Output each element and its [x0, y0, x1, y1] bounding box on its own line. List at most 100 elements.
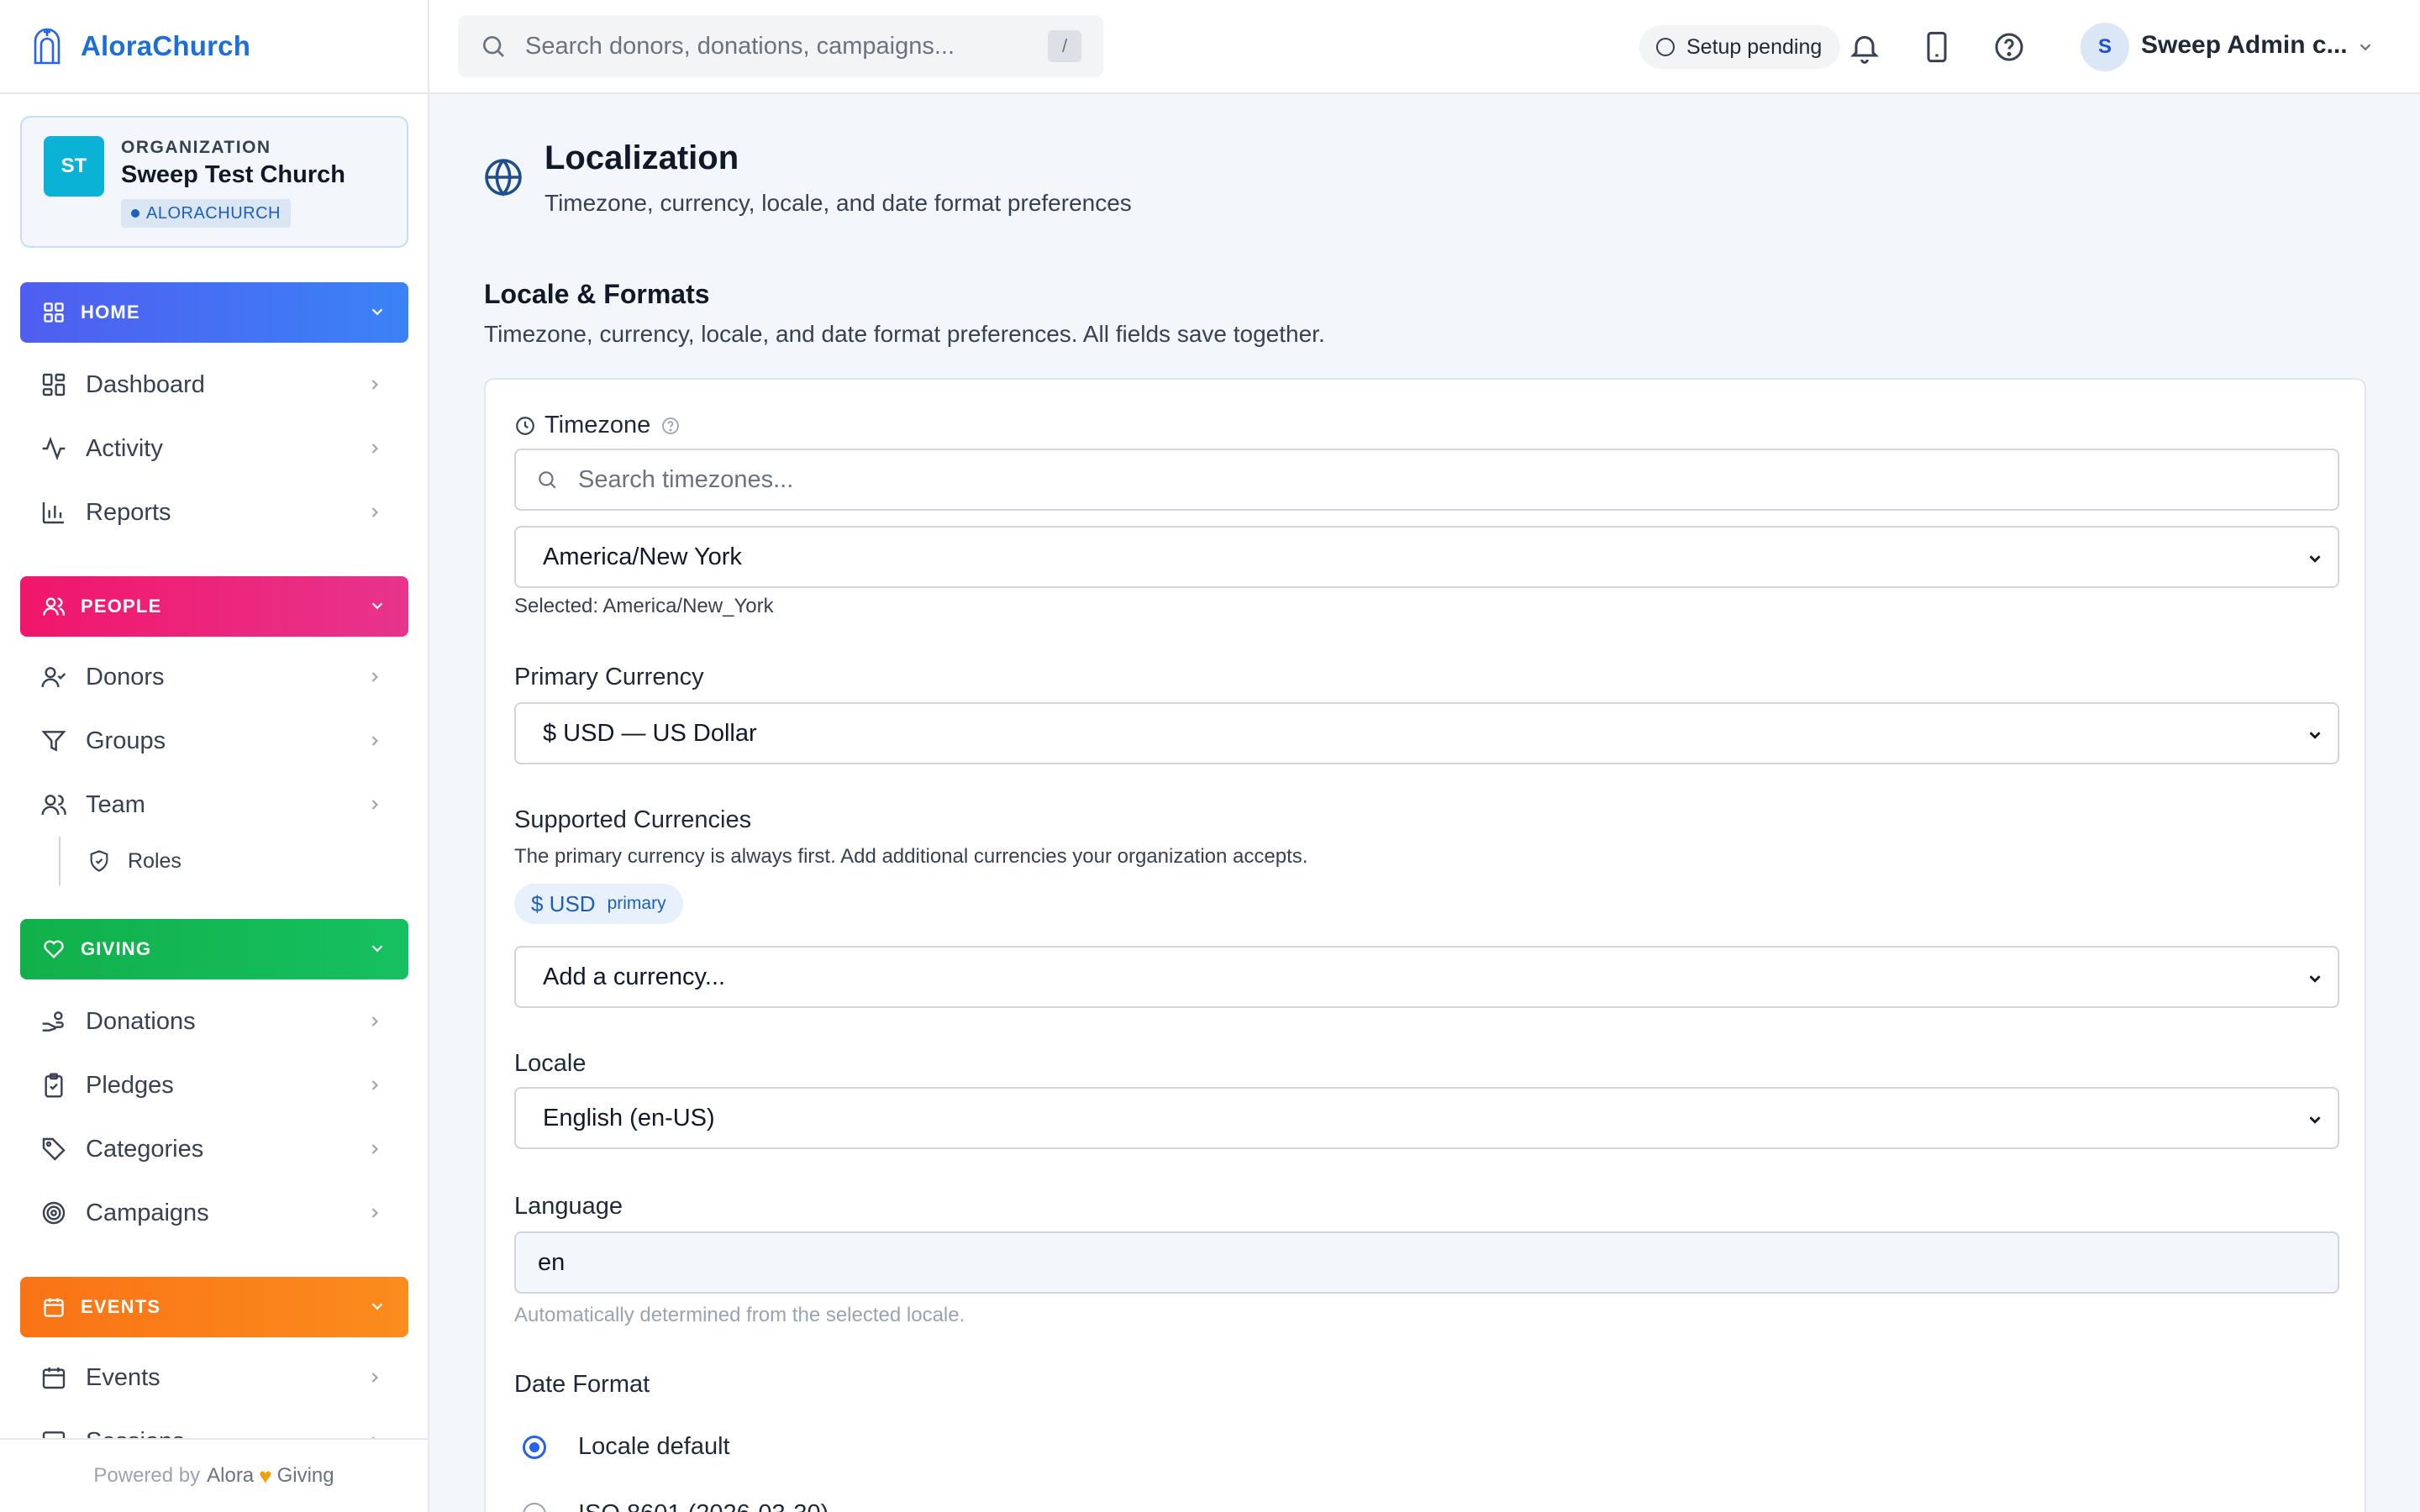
sidebar-item-label: Campaigns [86, 1199, 209, 1226]
timezone-search-input[interactable]: Search timezones... [514, 449, 2339, 511]
sidebar-item-dashboard[interactable]: Dashboard [20, 358, 408, 412]
powered-by-suffix: Giving [276, 1464, 334, 1487]
chevron-right-icon [371, 1144, 378, 1154]
sidebar-item-label: Donations [86, 1007, 196, 1035]
add-currency-placeholder: Add a currency... [543, 963, 726, 990]
sidebar-item-label: Events [86, 1363, 160, 1391]
date-format-option-label: Locale default [578, 1433, 730, 1460]
brand[interactable]: AloraChurch [0, 0, 428, 94]
date-format-option-iso[interactable]: ISO 8601 (2026-03-30) [523, 1500, 829, 1512]
locale-select-value: English (en-US) [543, 1104, 715, 1131]
calendar-icon [42, 1368, 66, 1389]
timezone-select[interactable]: America/New York [514, 526, 2339, 588]
powered-by-brand: Alora [207, 1464, 255, 1487]
user-menu-name[interactable]: Sweep Admin c... [2141, 31, 2348, 60]
radio-selected[interactable] [523, 1435, 546, 1459]
section-home-label: HOME [81, 302, 140, 323]
hand-coins-icon [42, 1011, 64, 1032]
activity-icon [42, 436, 66, 461]
chevron-right-icon [371, 672, 378, 682]
bell-icon[interactable] [1848, 30, 1881, 64]
supported-currencies-label-text: Supported Currencies [514, 806, 752, 833]
sidebar-item-categories[interactable]: Categories [20, 1122, 408, 1176]
section-home[interactable]: HOME [20, 282, 408, 343]
setup-status-button[interactable]: Setup pending [1639, 25, 1841, 69]
sidebar-subitem-label: Roles [128, 848, 182, 873]
locale-settings-card: Timezone Search timezones... America/New… [484, 378, 2366, 1512]
sidebar: AloraChurch ST ORGANIZATION Sweep Test C… [0, 0, 429, 1512]
sidebar-item-label: Activity [86, 434, 163, 462]
org-kicker: ORGANIZATION [121, 138, 271, 157]
mobile-icon[interactable] [1920, 30, 1954, 64]
sidebar-item-label: Reports [86, 498, 171, 526]
chevron-right-icon [371, 736, 378, 746]
chevron-down-icon[interactable] [2356, 38, 2375, 56]
section-giving-label: GIVING [81, 938, 152, 959]
timezone-label-text: Timezone [544, 412, 651, 438]
locale-label: Locale [514, 1050, 586, 1078]
clock-icon [516, 416, 534, 435]
section-people[interactable]: PEOPLE [20, 576, 408, 637]
sidebar-item-team[interactable]: Team [20, 778, 408, 832]
organization-switcher[interactable]: ST ORGANIZATION Sweep Test Church ALORAC… [20, 116, 408, 248]
submenu-rail [59, 837, 60, 885]
sidebar-item-pledges[interactable]: Pledges [20, 1058, 408, 1112]
sidebar-subitem-roles[interactable]: Roles [87, 837, 182, 885]
help-icon[interactable] [660, 416, 681, 436]
chevron-right-icon [371, 444, 378, 454]
topbar: Search donors, donations, campaigns... /… [429, 0, 2420, 94]
sidebar-item-campaigns[interactable]: Campaigns [20, 1186, 408, 1240]
powered-by-footer: Powered by Alora ♥ Giving [0, 1438, 428, 1512]
sidebar-item-events[interactable]: Events [20, 1351, 408, 1404]
search-shortcut-key: / [1048, 30, 1081, 62]
radio-unselected[interactable] [523, 1502, 546, 1512]
date-format-label-text: Date Format [514, 1371, 650, 1398]
sidebar-item-donations[interactable]: Donations [20, 995, 408, 1048]
avatar[interactable]: S [2081, 23, 2129, 71]
page-subtitle: Timezone, currency, locale, and date for… [544, 190, 1132, 216]
sidebar-item-label: Team [86, 790, 145, 818]
chevron-right-icon [371, 1080, 378, 1090]
sidebar-item-groups[interactable]: Groups [20, 714, 408, 768]
chevron-right-icon [371, 380, 378, 390]
section-events[interactable]: EVENTS [20, 1277, 408, 1337]
chevron-down-icon [371, 1303, 383, 1310]
chevron-right-icon [371, 1208, 378, 1218]
chevron-down-icon [2309, 1116, 2321, 1124]
sidebar-item-label: Dashboard [86, 370, 205, 398]
primary-currency-label-text: Primary Currency [514, 664, 704, 690]
bar-chart-icon [42, 502, 64, 524]
chevron-down-icon [2309, 975, 2321, 983]
section-subtitle: Timezone, currency, locale, and date for… [484, 321, 1325, 347]
org-avatar: ST [44, 136, 104, 197]
section-events-label: EVENTS [81, 1296, 161, 1317]
sidebar-item-label: Donors [86, 663, 165, 690]
chevron-down-icon [371, 602, 383, 610]
language-label-text: Language [514, 1193, 623, 1220]
help-icon[interactable] [1992, 30, 2026, 64]
locale-label-text: Locale [514, 1050, 587, 1077]
date-format-option-locale-default[interactable]: Locale default [523, 1433, 730, 1461]
sidebar-item-reports[interactable]: Reports [20, 486, 408, 539]
global-search-input[interactable]: Search donors, donations, campaigns... / [458, 15, 1103, 77]
language-value: en [538, 1248, 566, 1276]
locale-select[interactable]: English (en-US) [514, 1087, 2339, 1149]
date-format-option-label: ISO 8601 (2026-03-30) [578, 1500, 829, 1512]
primary-currency-select[interactable]: $ USD — US Dollar [514, 702, 2339, 764]
tag-icon [42, 1137, 66, 1161]
grid-icon [44, 302, 64, 323]
primary-currency-label: Primary Currency [514, 664, 704, 691]
timezone-select-value: America/New York [543, 543, 742, 570]
filter-icon [41, 731, 66, 752]
chevron-down-icon [2309, 732, 2321, 739]
add-currency-select[interactable]: Add a currency... [514, 946, 2339, 1008]
church-logo-icon [34, 28, 60, 65]
sidebar-item-label: Groups [86, 727, 166, 754]
search-placeholder: Search donors, donations, campaigns... [525, 32, 955, 60]
sidebar-item-donors[interactable]: Donors [20, 650, 408, 704]
chevron-right-icon [371, 800, 378, 810]
users-icon [43, 597, 65, 616]
sidebar-item-activity[interactable]: Activity [20, 422, 408, 475]
calendar-icon [44, 1298, 64, 1317]
section-giving[interactable]: GIVING [20, 919, 408, 979]
